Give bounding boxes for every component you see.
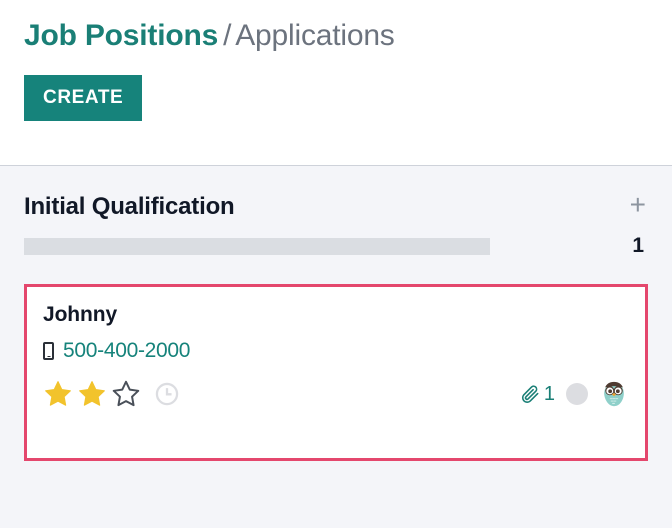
kanban-column-title: Initial Qualification xyxy=(24,193,235,220)
plus-icon[interactable]: + xyxy=(630,191,648,219)
paperclip-icon[interactable] xyxy=(520,384,541,405)
card-footer-right: 1 xyxy=(520,379,629,409)
breadcrumb-current: Applications xyxy=(235,19,395,52)
kanban-card[interactable]: Johnny 500-400-2000 1 xyxy=(24,284,648,461)
create-button[interactable]: CREATE xyxy=(24,75,143,121)
kanban-column-header: Initial Qualification + xyxy=(24,166,648,222)
attachment-group[interactable]: 1 xyxy=(520,384,555,405)
card-footer-left xyxy=(43,379,180,409)
rating-star-1-filled[interactable] xyxy=(43,379,73,409)
kanban-progress-bar[interactable] xyxy=(24,237,490,255)
breadcrumb-separator: / xyxy=(223,19,232,52)
control-panel-buttons: CREATE xyxy=(24,75,648,121)
attachment-count: 1 xyxy=(543,383,555,405)
rating-star-2-filled[interactable] xyxy=(77,379,107,409)
owl-avatar[interactable] xyxy=(599,379,629,409)
clock-icon[interactable] xyxy=(154,381,180,407)
candidate-phone-row: 500-400-2000 xyxy=(43,339,629,363)
kanban-state-circle[interactable] xyxy=(566,383,588,405)
breadcrumb: Job Positions / Applications xyxy=(24,18,648,54)
control-panel: Job Positions / Applications CREATE xyxy=(0,0,672,166)
breadcrumb-root-link[interactable]: Job Positions xyxy=(24,19,218,52)
kanban-progress-row: 1 xyxy=(24,234,648,257)
candidate-phone-number[interactable]: 500-400-2000 xyxy=(63,339,190,363)
kanban-view: Initial Qualification + 1 Johnny 500-400… xyxy=(0,166,672,461)
candidate-name: Johnny xyxy=(43,303,118,326)
kanban-column-initial-qualification: Initial Qualification + 1 Johnny 500-400… xyxy=(24,166,648,461)
mobile-phone-icon xyxy=(43,342,54,360)
rating-star-3-empty[interactable] xyxy=(111,379,141,409)
kanban-card-footer: 1 xyxy=(43,379,629,409)
kanban-record-count: 1 xyxy=(632,234,644,257)
